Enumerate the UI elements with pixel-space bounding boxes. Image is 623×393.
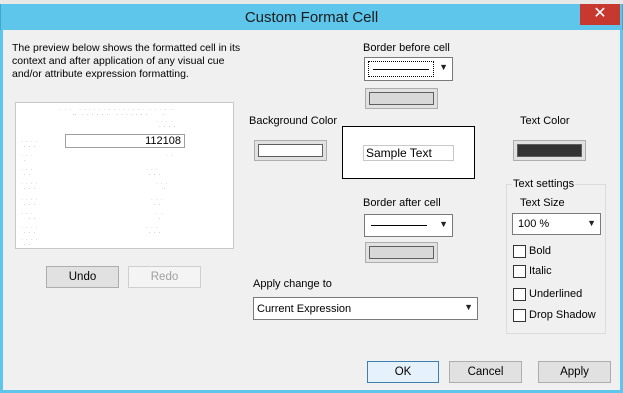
dialog-title: Custom Format Cell (244, 9, 379, 26)
color-swatch (258, 144, 323, 157)
color-swatch (369, 246, 434, 259)
preview-blur-text: ˙.˙ ˙ (21, 154, 34, 163)
background-color-button[interactable] (254, 140, 327, 161)
preview-blur-text: ˙.˙.˙.˙ (21, 140, 39, 149)
underlined-checkbox[interactable] (513, 288, 526, 301)
border-before-dropdown[interactable]: ▼ (364, 57, 453, 81)
preview-blur-text: ˙.˙.˙ (151, 198, 164, 207)
italic-checkbox[interactable] (513, 265, 526, 278)
color-swatch (369, 92, 434, 105)
redo-button[interactable]: Redo (128, 266, 201, 288)
preview-blur-text: ˙.˙.˙.˙. (156, 120, 176, 129)
text-settings-label: Text settings (512, 178, 576, 190)
preview-blur-text: ˙ ˙ (166, 154, 174, 163)
apply-change-label: Apply change to (253, 278, 332, 290)
preview-blur-text: ˙.˙.˙ ˙ (21, 238, 39, 247)
border-before-color-button[interactable] (365, 88, 438, 109)
preview-blur-text: ˙ ˙ ˙.. ˙.˙.˙.˙.˙.˙.˙ ˙.˙.˙.˙.˙.˙.˙. ˙ ˙… (60, 108, 175, 117)
chevron-down-icon: ▼ (587, 218, 596, 228)
text-size-label: Text Size (520, 197, 565, 209)
border-after-label: Border after cell (363, 197, 441, 209)
text-color-label: Text Color (520, 115, 570, 127)
bold-checkbox[interactable] (513, 245, 526, 258)
cell-preview: ˙ ˙ ˙.. ˙.˙.˙.˙.˙.˙.˙ ˙.˙.˙.˙.˙.˙.˙. ˙ ˙… (15, 102, 234, 249)
underlined-label: Underlined (529, 288, 583, 300)
preview-blur-text: ˙.˙.˙. (146, 168, 161, 177)
text-color-button[interactable] (513, 140, 586, 161)
color-swatch (517, 144, 582, 157)
preview-blur-text: ˙.˙.˙.˙ (21, 182, 39, 191)
cancel-button[interactable]: Cancel (449, 361, 522, 383)
border-after-dropdown[interactable]: ▼ (364, 214, 453, 237)
border-after-color-button[interactable] (365, 242, 438, 263)
preview-blur-text: ˙ ˙.˙. (21, 212, 36, 221)
preview-blur-text: ˙.˙.˙. (146, 226, 161, 235)
text-size-value: 100 % (518, 218, 550, 230)
preview-highlighted-cell: 112108 (65, 134, 185, 148)
sample-text: Sample Text (363, 145, 454, 161)
bold-label: Bold (529, 245, 552, 257)
close-button[interactable]: ✕ (580, 4, 620, 25)
line-style-preview (371, 225, 427, 226)
ok-button[interactable]: OK (367, 361, 439, 383)
background-color-label: Background Color (249, 115, 338, 127)
chevron-down-icon: ▼ (464, 302, 473, 312)
line-style-preview (373, 69, 429, 70)
undo-button[interactable]: Undo (46, 266, 119, 288)
apply-button[interactable]: Apply (538, 361, 611, 383)
chevron-down-icon: ▼ (439, 62, 448, 72)
chevron-down-icon: ▼ (439, 219, 448, 229)
preview-blur-text: ˙.˙.˙ (21, 168, 34, 177)
drop-shadow-checkbox[interactable] (513, 309, 526, 322)
preview-blur-text: ˙.˙ (156, 212, 164, 221)
preview-blur-text: ˙.˙.˙.˙ (21, 198, 39, 207)
close-icon: ✕ (593, 5, 607, 22)
drop-shadow-label: Drop Shadow (529, 309, 596, 321)
text-size-dropdown[interactable]: 100 % ▼ (512, 213, 601, 235)
border-before-selection (368, 61, 434, 77)
preview-description: The preview below shows the formatted ce… (12, 42, 241, 80)
apply-change-value: Current Expression (257, 303, 352, 315)
preview-blur-text: ˙ ˙.˙ (156, 182, 169, 191)
apply-change-dropdown[interactable]: Current Expression ▼ (253, 297, 478, 320)
italic-label: Italic (529, 265, 552, 277)
border-before-label: Border before cell (363, 42, 450, 54)
preview-blur-text: ˙.˙.˙.˙ (21, 226, 39, 235)
